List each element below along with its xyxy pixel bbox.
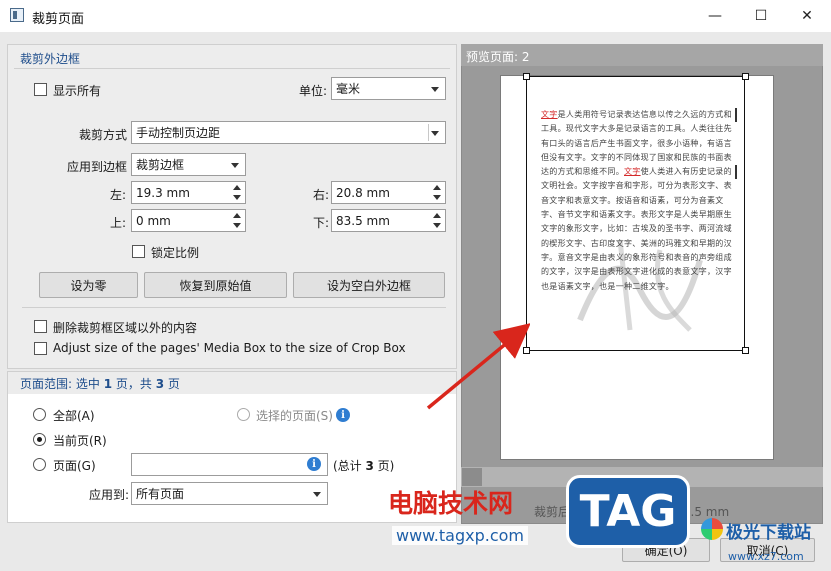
chevron-down-icon [231, 163, 239, 168]
range-all-radio[interactable] [33, 408, 46, 421]
crop-handle[interactable] [742, 347, 749, 354]
range-pages-radio[interactable] [33, 458, 46, 471]
apply-to-box-select[interactable]: 裁剪边框 [131, 153, 246, 176]
apply-to-select[interactable]: 所有页面 [131, 482, 328, 505]
bottom-margin-spinbox[interactable]: 83.5 mm [331, 209, 446, 232]
spin-down-icon[interactable] [433, 223, 441, 228]
spin-up-icon[interactable] [233, 185, 241, 190]
app-icon [10, 8, 24, 22]
download-site-logo-icon [701, 518, 723, 540]
page-range-title-mid: 页，共 [112, 377, 156, 391]
restore-original-button[interactable]: 恢复到原始值 [144, 272, 287, 298]
adjust-media-box-checkbox[interactable] [34, 342, 47, 355]
left-margin-spinbox[interactable]: 19.3 mm [131, 181, 246, 204]
chevron-down-icon [313, 492, 321, 497]
pages-input[interactable] [131, 453, 328, 476]
spin-up-icon[interactable] [433, 185, 441, 190]
apply-to-label: 应用到: [89, 488, 130, 502]
apply-to-value: 所有页面 [136, 487, 185, 501]
spin-down-icon[interactable] [433, 195, 441, 200]
range-selected-pages-label: 选择的页面(S) [256, 409, 333, 423]
minimize-icon: — [708, 8, 722, 24]
top-margin-spinbox[interactable]: 0 mm [131, 209, 246, 232]
crop-mode-label: 裁剪方式 [79, 128, 128, 142]
unit-select-value: 毫米 [336, 82, 361, 96]
watermark-site-url: www.tagxp.com [392, 526, 528, 545]
spin-up-icon[interactable] [233, 213, 241, 218]
apply-to-box-value: 裁剪边框 [136, 158, 185, 172]
top-margin-label: 上: [110, 216, 127, 230]
watermark-site-name: 电脑技术网 [388, 489, 514, 518]
chevron-down-icon [431, 87, 439, 92]
range-selected-pages-radio[interactable] [237, 408, 250, 421]
show-all-checkbox[interactable] [34, 83, 47, 96]
spin-down-icon[interactable] [233, 195, 241, 200]
close-icon: ✕ [801, 8, 813, 24]
range-current-page-radio[interactable] [33, 433, 46, 446]
spin-up-icon[interactable] [433, 213, 441, 218]
window-title: 裁剪页面 [32, 12, 85, 27]
bottom-margin-value: 83.5 mm [336, 213, 390, 228]
page-range-title: 页面范围: 选中 1 页，共 3 页 [20, 375, 180, 392]
crop-group-divider [14, 68, 450, 69]
right-margin-value: 20.8 mm [336, 185, 390, 200]
left-margin-value: 19.3 mm [136, 185, 190, 200]
crop-box[interactable] [526, 76, 745, 351]
right-margin-label: 右: [313, 188, 330, 202]
left-margin-label: 左: [110, 188, 127, 202]
delete-outside-checkbox[interactable] [34, 320, 47, 333]
crop-mode-value: 手动控制页边距 [136, 126, 221, 140]
tag-logo: TAG [566, 475, 690, 548]
top-margin-value: 0 mm [136, 213, 171, 228]
range-pages-label: 页面(G) [53, 459, 96, 473]
download-site-url: www.xz7.com [728, 550, 804, 563]
page-range-title-prefix: 页面范围: 选中 [20, 377, 104, 391]
info-icon[interactable]: i [307, 457, 321, 471]
total-count: 3 [155, 377, 165, 391]
maximize-icon: ☐ [754, 8, 768, 24]
download-site-name: 极光下载站 [726, 523, 811, 543]
apply-to-box-label: 应用到边框 [67, 160, 128, 174]
combo-separator [428, 124, 429, 141]
selected-count: 1 [103, 377, 113, 391]
preview-title: 预览页面: 2 [466, 50, 530, 64]
crop-handle[interactable] [523, 73, 530, 80]
lock-ratio-label: 锁定比例 [151, 246, 200, 260]
unit-select[interactable]: 毫米 [331, 77, 446, 100]
range-current-page-label: 当前页(R) [53, 434, 107, 448]
total-pages-label: (总计 3 页) [333, 457, 394, 474]
set-zero-button[interactable]: 设为零 [39, 272, 138, 298]
crop-group-title: 裁剪外边框 [20, 52, 81, 66]
page-range-title-suffix: 页 [164, 377, 180, 391]
total-pages-suffix: 页) [373, 459, 395, 473]
close-button[interactable]: ✕ [784, 0, 830, 32]
total-pages-prefix: (总计 [333, 459, 366, 473]
spin-down-icon[interactable] [233, 223, 241, 228]
show-all-label: 显示所有 [53, 84, 102, 98]
delete-outside-label: 删除裁剪框区域以外的内容 [53, 321, 198, 335]
unit-label: 单位: [299, 84, 328, 98]
bottom-margin-label: 下: [313, 216, 330, 230]
info-icon[interactable]: i [336, 408, 350, 422]
minimize-button[interactable]: — [692, 0, 738, 32]
lock-ratio-checkbox[interactable] [132, 245, 145, 258]
section-divider [22, 307, 446, 308]
crop-handle[interactable] [742, 73, 749, 80]
red-arrow-annotation [426, 323, 530, 410]
adjust-media-box-label: Adjust size of the pages' Media Box to t… [53, 341, 406, 355]
right-margin-spinbox[interactable]: 20.8 mm [331, 181, 446, 204]
maximize-button[interactable]: ☐ [738, 0, 784, 32]
chevron-down-icon [431, 131, 439, 136]
total-pages-count: 3 [365, 459, 374, 473]
tag-logo-text: TAG [579, 486, 677, 537]
range-all-label: 全部(A) [53, 409, 95, 423]
set-white-margin-button[interactable]: 设为空白外边框 [293, 272, 445, 298]
crop-mode-select[interactable]: 手动控制页边距 [131, 121, 446, 144]
